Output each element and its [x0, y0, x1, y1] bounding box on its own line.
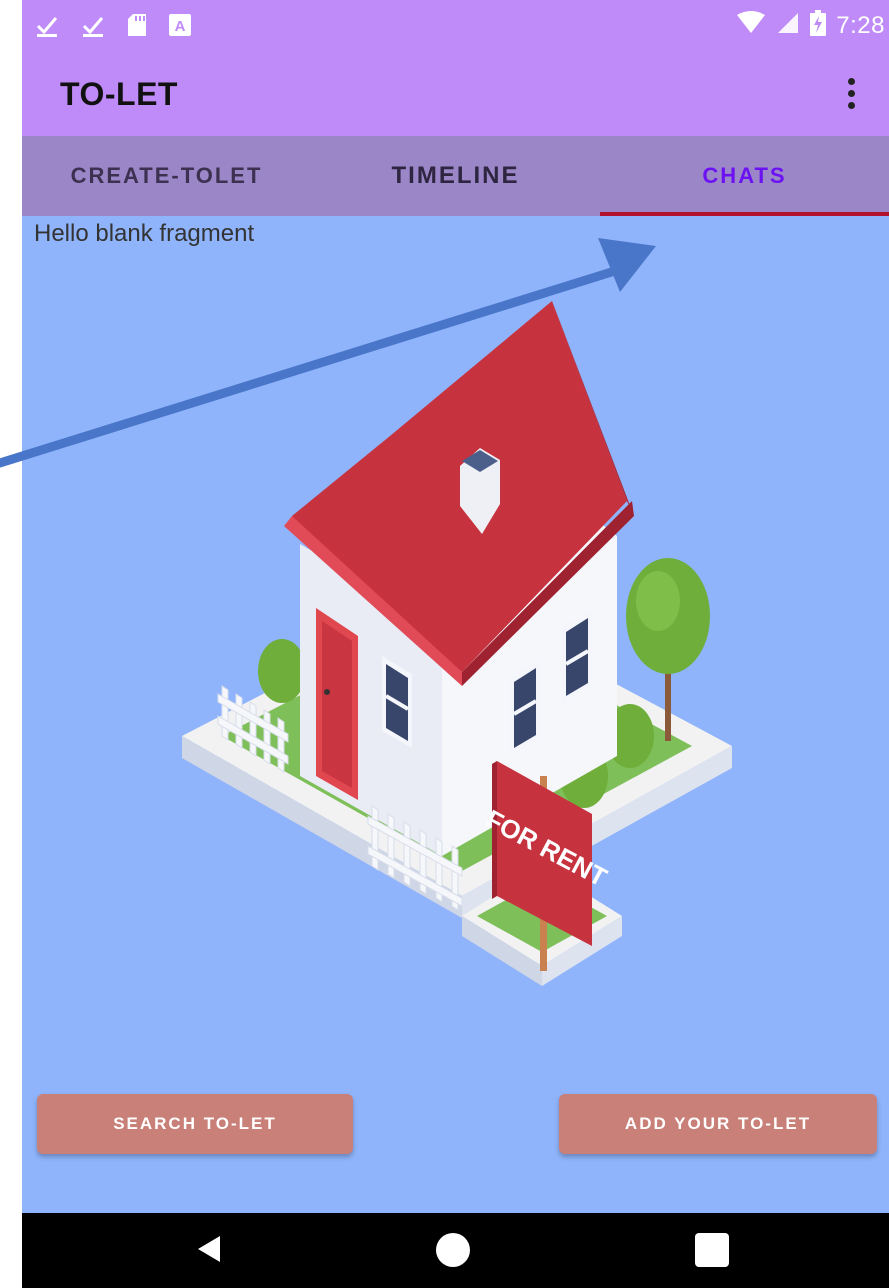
signal-icon [776, 11, 800, 41]
home-icon[interactable] [436, 1233, 470, 1267]
tab-bar: CREATE-TOLET TIMELINE CHATS [22, 136, 889, 216]
add-tolet-button[interactable]: ADD YOUR TO-LET [559, 1094, 877, 1154]
tab-create-tolet[interactable]: CREATE-TOLET [22, 136, 311, 216]
battery-charging-icon [810, 10, 827, 42]
phone-screen: A 7:28 TO-LET CREATE-TOLET TIMELINE CHAT… [22, 0, 889, 1288]
tab-chats[interactable]: CHATS [600, 136, 889, 216]
download-done-icon [34, 12, 60, 43]
more-vert-icon[interactable] [841, 74, 861, 114]
wifi-icon [736, 11, 766, 41]
svg-text:A: A [175, 18, 186, 35]
house-body [284, 301, 634, 856]
back-icon[interactable] [198, 1236, 220, 1262]
sd-card-icon [126, 12, 148, 43]
tab-timeline[interactable]: TIMELINE [311, 136, 600, 216]
download-done-icon [80, 12, 106, 43]
recents-icon[interactable] [695, 1233, 729, 1267]
status-bar: A 7:28 [22, 0, 889, 52]
placeholder-text: Hello blank fragment [34, 220, 255, 247]
navigation-bar [22, 1213, 889, 1288]
search-tolet-button[interactable]: SEARCH TO-LET [37, 1094, 353, 1154]
house-illustration: FOR RENT [182, 301, 732, 986]
app-bar: TO-LET [22, 52, 889, 136]
status-time: 7:28 [836, 12, 885, 39]
app-title: TO-LET [60, 76, 178, 112]
font-icon: A [168, 13, 192, 42]
